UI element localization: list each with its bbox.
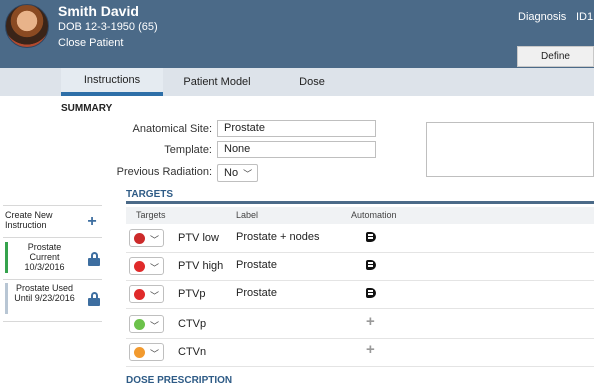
target-label: Prostate + nodes: [236, 231, 320, 243]
chevron-down-icon: ﹀: [150, 235, 160, 245]
automation-icon[interactable]: [366, 231, 378, 243]
previous-radiation-label: Previous Radiation:: [116, 166, 212, 178]
table-row: ﹀ CTVp +: [126, 310, 594, 339]
chevron-down-icon: ﹀: [150, 263, 160, 273]
sidebar-divider: [3, 205, 102, 206]
sidebar-divider: [3, 279, 102, 280]
targets-rule: [126, 201, 594, 204]
add-instruction-button[interactable]: +: [85, 214, 99, 230]
color-dot: [134, 319, 145, 330]
patient-name: Smith David: [58, 3, 139, 19]
target-name: PTV high: [178, 260, 224, 272]
tab-patient-model[interactable]: Patient Model: [167, 68, 267, 96]
add-automation-icon[interactable]: +: [366, 341, 375, 358]
patient-dob: DOB 12-3-1950 (65): [58, 21, 158, 33]
target-name: PTVp: [178, 288, 206, 300]
template-label: Template:: [164, 144, 212, 156]
instruction-item-used[interactable]: Prostate Used Until 9/23/2016: [5, 283, 75, 314]
lock-icon[interactable]: [88, 252, 100, 266]
chevron-down-icon: ﹀: [243, 168, 253, 179]
table-row: ﹀ PTV low Prostate + nodes: [126, 224, 594, 253]
color-dot: [134, 347, 145, 358]
dose-prescription-title: DOSE PRESCRIPTION: [126, 375, 233, 386]
tab-dose[interactable]: Dose: [270, 68, 354, 96]
add-automation-icon[interactable]: +: [366, 313, 375, 330]
instruction-item-current[interactable]: Prostate Current 10/3/2016: [5, 242, 75, 273]
target-color-select[interactable]: ﹀: [129, 229, 164, 247]
target-color-select[interactable]: ﹀: [129, 315, 164, 333]
instruction-label: Prostate Used Until 9/23/2016: [14, 283, 75, 303]
tab-instructions[interactable]: Instructions: [61, 68, 163, 96]
automation-icon[interactable]: [366, 259, 378, 271]
automation-icon[interactable]: [366, 287, 378, 299]
target-color-select[interactable]: ﹀: [129, 285, 164, 303]
color-dot: [134, 261, 145, 272]
anatomical-site-field[interactable]: Prostate: [217, 120, 376, 137]
table-row: ﹀ PTV high Prostate: [126, 252, 594, 281]
define-button[interactable]: Define: [517, 46, 594, 67]
target-color-select[interactable]: ﹀: [129, 343, 164, 361]
sidebar-divider: [3, 321, 102, 322]
targets-title: TARGETS: [126, 189, 174, 200]
targets-table-header: Targets Label Automation: [126, 207, 594, 224]
color-dot: [134, 233, 145, 244]
anatomical-site-label: Anatomical Site:: [132, 123, 212, 135]
summary-title: SUMMARY: [61, 103, 113, 114]
notes-box[interactable]: [426, 122, 594, 177]
chevron-down-icon: ﹀: [150, 321, 160, 331]
target-color-select[interactable]: ﹀: [129, 257, 164, 275]
color-dot: [134, 289, 145, 300]
target-label: Prostate: [236, 287, 277, 299]
lock-icon[interactable]: [88, 292, 100, 306]
diagnosis-link[interactable]: Diagnosis: [518, 11, 566, 23]
previous-radiation-select[interactable]: No ﹀: [217, 164, 258, 182]
sidebar-divider: [3, 237, 102, 238]
instruction-label: Prostate Current 10/3/2016: [24, 242, 65, 272]
close-patient-link[interactable]: Close Patient: [58, 37, 123, 49]
column-header-automation: Automation: [351, 210, 397, 220]
patient-header: Smith David DOB 12-3-1950 (65) Close Pat…: [0, 0, 594, 68]
patient-id-label: ID1:: [576, 11, 594, 23]
create-instruction-label: Create New Instruction: [5, 210, 53, 230]
table-row: ﹀ CTVn +: [126, 338, 594, 367]
chevron-down-icon: ﹀: [150, 349, 160, 359]
target-name: CTVn: [178, 346, 207, 358]
target-name: CTVp: [178, 318, 207, 330]
column-header-label: Label: [236, 210, 259, 220]
target-label: Prostate: [236, 259, 277, 271]
table-row: ﹀ PTVp Prostate: [126, 280, 594, 309]
patient-avatar: [5, 4, 49, 48]
previous-radiation-value: No: [224, 167, 239, 179]
template-field[interactable]: None: [217, 141, 376, 158]
column-header-targets: Targets: [136, 210, 166, 220]
chevron-down-icon: ﹀: [150, 291, 160, 301]
tab-bar: Instructions Patient Model Dose: [0, 68, 594, 96]
target-name: PTV low: [178, 232, 219, 244]
